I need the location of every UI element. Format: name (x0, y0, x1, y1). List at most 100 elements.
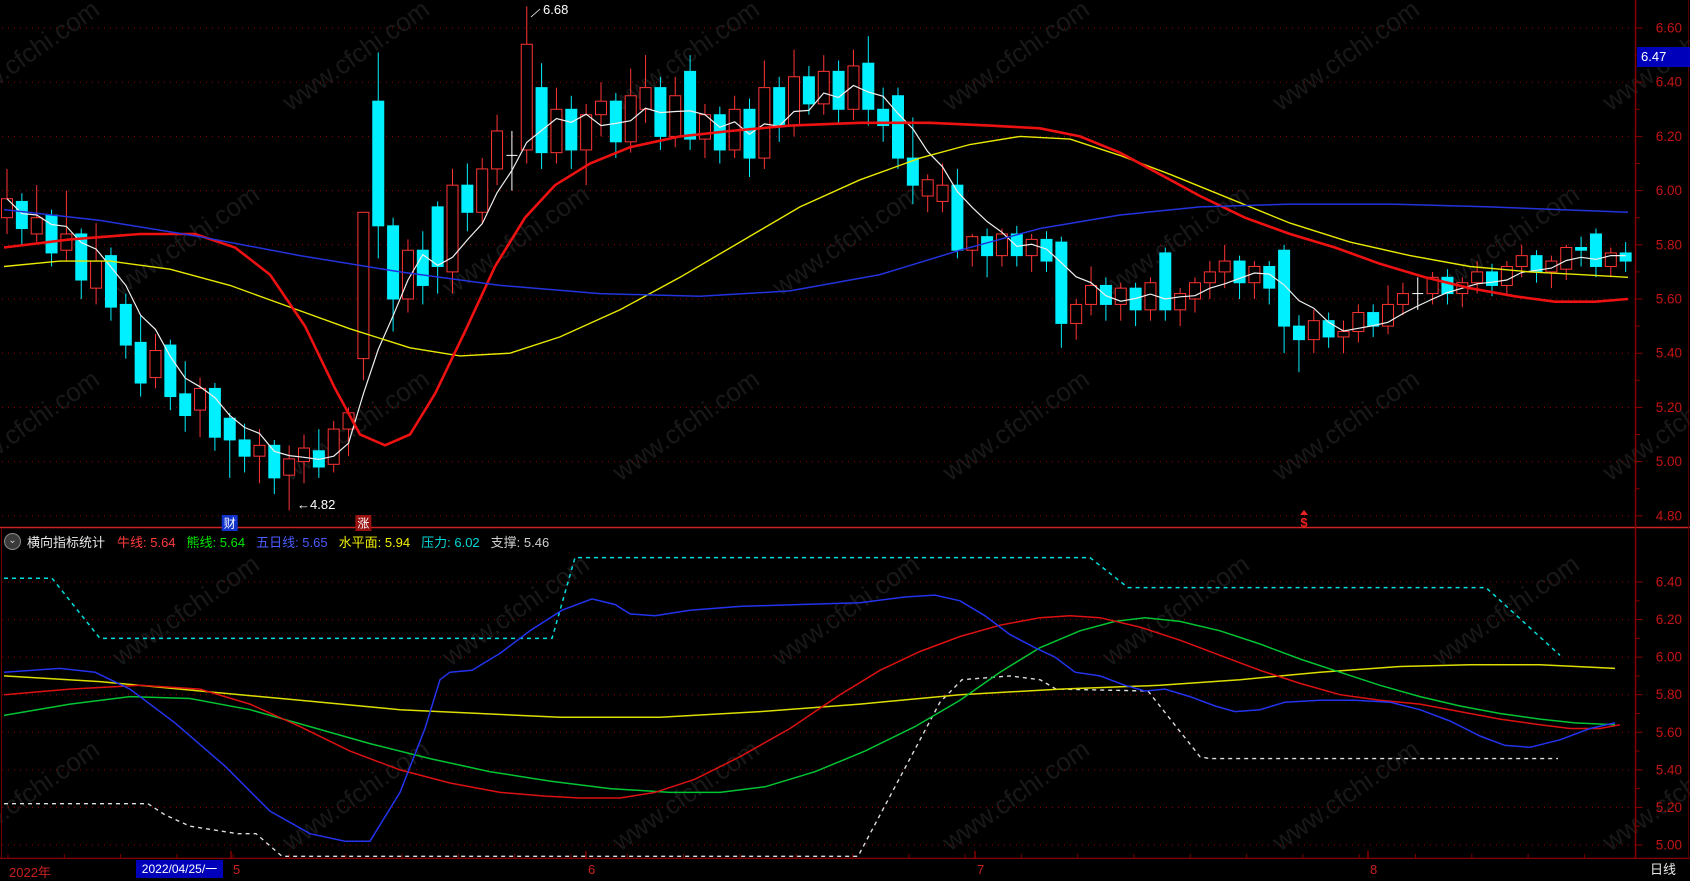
down-candle (1367, 312, 1380, 327)
down-candle (1292, 325, 1305, 341)
y-axis-label: 6.40 (1656, 575, 1682, 590)
down-candle (461, 184, 474, 213)
up-candle (90, 260, 103, 289)
x-axis-month-label: 6 (588, 862, 596, 877)
x-axis-month-label: 7 (977, 862, 985, 877)
chart-markers: 财 涨 $6.68 ←4.82 (221, 2, 1308, 531)
indicator-item: 支撑: 5.46 (490, 534, 550, 550)
down-candle (1575, 247, 1588, 251)
up-candle (1471, 271, 1484, 284)
y-axis-label: 5.40 (1656, 762, 1682, 777)
date-tag: 2022/04/25/一 (136, 860, 223, 878)
down-candle (1159, 252, 1172, 311)
up-candle (1, 198, 13, 219)
up-candle (788, 76, 801, 127)
y-axis-label: 5.00 (1656, 454, 1682, 469)
y-axis-label: 4.80 (1656, 508, 1682, 523)
五日线 (3, 594, 1616, 842)
up-candle (1307, 320, 1320, 341)
indicator-item: 熊线: 5.64 (186, 534, 246, 550)
y-axis-label: 5.20 (1656, 400, 1682, 415)
up-candle (283, 458, 296, 476)
up-candle (357, 211, 370, 360)
支撑线 (4, 675, 1558, 857)
indicator-bar: ⌄ 横向指标统计 牛线: 5.64 熊线: 5.64 五日线: 5.65 水平面: 5… (4, 530, 560, 552)
price-annotation: 6.68 (543, 2, 568, 17)
y-axis-label: 5.40 (1656, 346, 1682, 361)
y-axis-label: 5.00 (1656, 837, 1682, 852)
ma-red-thick (3, 121, 1629, 447)
y-axis-label: 6.60 (1656, 21, 1682, 36)
event-marker-text: 财 (224, 517, 236, 531)
down-candle (535, 87, 548, 154)
down-candle (609, 100, 622, 143)
y-axis-label: 5.20 (1656, 800, 1682, 815)
down-candle (45, 214, 58, 254)
up-candle (624, 95, 637, 143)
y-axis-label: 6.20 (1656, 612, 1682, 627)
y-axis-label: 6.00 (1656, 650, 1682, 665)
up-candle (639, 87, 652, 110)
up-candle (595, 100, 607, 116)
indicator-lines (3, 556, 1621, 857)
up-candle (1218, 260, 1231, 273)
down-candle (862, 62, 875, 110)
up-candle (817, 70, 830, 105)
down-candle (268, 444, 281, 479)
up-candle (327, 428, 340, 465)
up-candle (298, 447, 310, 463)
stock-chart-window: www.cfchi.com www.cfchi.com www.cfchi.com w… (0, 0, 1690, 881)
down-candle (119, 303, 132, 346)
down-candle (208, 387, 221, 438)
candlestick-chart-surface[interactable]: 6.60 6.40 6.20 6.00 5.80 5.60 5.40 5.20 5.00 4.80… (0, 0, 1690, 881)
up-candle (194, 387, 207, 411)
up-candle (1085, 284, 1098, 305)
up-candle (253, 444, 266, 457)
up-candle (758, 87, 771, 159)
up-candle (60, 233, 73, 251)
y-axis-label: 5.80 (1656, 687, 1682, 702)
down-candle (1486, 271, 1498, 286)
down-candle (1010, 233, 1023, 257)
year-label: 2022年 (9, 865, 51, 880)
up-candle (1560, 247, 1573, 270)
indicator-panel-title: 横向指标统计 (27, 534, 106, 550)
candle-series[interactable] (1, 6, 1632, 511)
up-candle (149, 349, 162, 379)
moving-average-lines (3, 84, 1629, 461)
gridlines (2, 27, 1633, 846)
熊线 (3, 616, 1616, 794)
down-candle (684, 70, 697, 140)
up-candle (1337, 331, 1350, 338)
up-candle (921, 179, 934, 197)
牛线 (3, 615, 1621, 799)
indicator-item: 水平面: 5.94 (338, 534, 411, 550)
down-candle (773, 87, 786, 127)
down-candle (1589, 233, 1602, 267)
up-candle (1203, 271, 1216, 284)
down-candle (223, 417, 236, 441)
up-candle (491, 130, 504, 170)
down-candle (802, 76, 815, 105)
down-candle (75, 233, 88, 281)
down-candle (832, 70, 845, 110)
indicator-item: 牛线: 5.64 (117, 534, 176, 550)
up-candle (476, 168, 489, 213)
period-label[interactable]: 日线 (1636, 860, 1690, 879)
collapse-indicator-icon[interactable]: ⌄ (4, 532, 21, 550)
y-axis-label: 6.40 (1656, 75, 1682, 90)
down-candle (134, 341, 147, 384)
event-marker-text: 涨 (357, 516, 369, 531)
压力线 (4, 556, 1561, 656)
time-axis-bar[interactable]: 2022年 2022/04/25/一 日线 5 6 7 8 (0, 859, 1690, 881)
up-candle (401, 249, 414, 300)
indicator-values: 牛线: 5.64 熊线: 5.64 五日线: 5.65 水平面: 5.94 压力: 6.… (117, 532, 560, 551)
down-candle (15, 200, 28, 230)
up-candle (30, 217, 43, 235)
down-candle (238, 439, 251, 457)
up-candle (1025, 238, 1038, 257)
down-candle (372, 100, 385, 227)
down-candle (1055, 241, 1068, 324)
y-axis-label: 5.60 (1656, 292, 1682, 307)
ma5-white (6, 84, 1626, 461)
